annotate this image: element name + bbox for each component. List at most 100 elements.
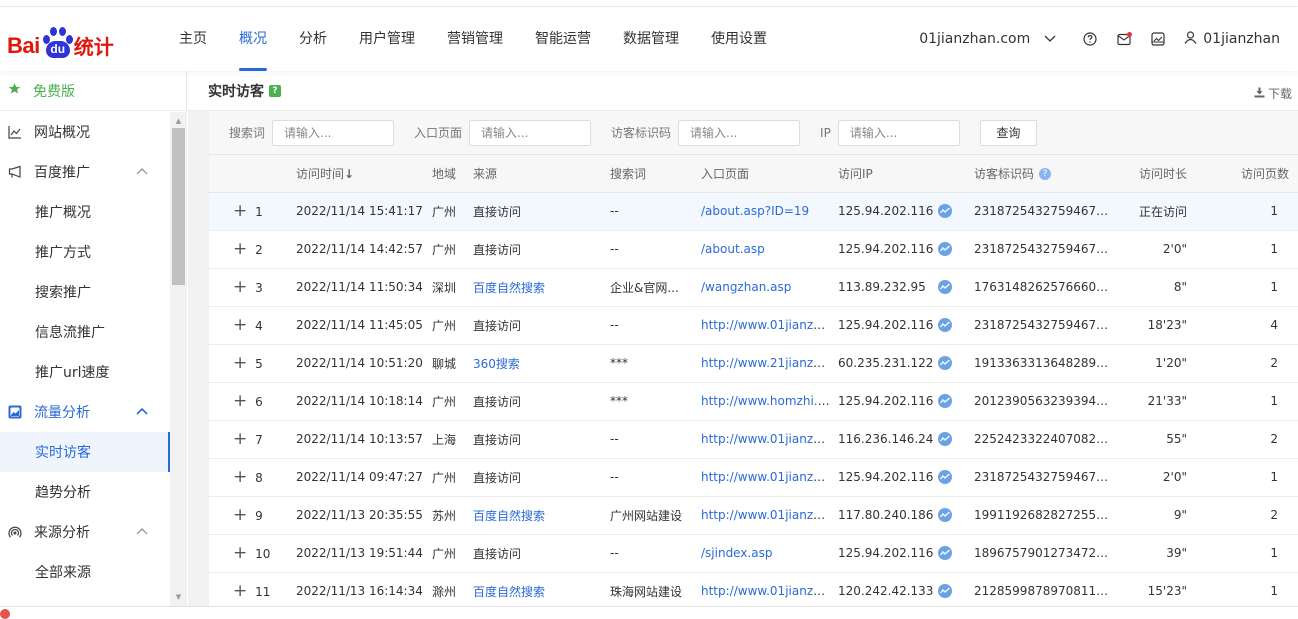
source[interactable]: 360搜索 bbox=[473, 344, 610, 383]
report-icon[interactable] bbox=[1150, 31, 1166, 47]
menu-all-sources[interactable]: 全部来源 bbox=[0, 552, 170, 592]
table-row[interactable]: + 1 2022/11/14 15:41:17 广州 直接访问 --/about.asp… bbox=[209, 192, 1298, 231]
menu-site-overview[interactable]: 网站概况 bbox=[0, 112, 170, 152]
trend-icon[interactable] bbox=[938, 508, 952, 523]
entry-page-link[interactable]: http://www.21jianzh... bbox=[701, 344, 838, 383]
expand-plus-icon[interactable]: + bbox=[209, 239, 247, 259]
trend-icon[interactable] bbox=[938, 546, 952, 561]
table-row[interactable]: + 8 2022/11/14 09:47:27 广州 直接访问 -- http://www… bbox=[209, 458, 1298, 497]
nav-home[interactable]: 主页 bbox=[163, 7, 223, 71]
menu-source-analysis[interactable]: 来源分析 bbox=[0, 512, 170, 552]
chevron-up-icon[interactable] bbox=[136, 405, 148, 418]
expand-plus-icon[interactable]: + bbox=[209, 505, 247, 525]
expand-plus-icon[interactable]: + bbox=[209, 353, 247, 373]
entry-page-link[interactable]: http://www.01jianzh... bbox=[701, 420, 838, 459]
menu-realtime-visitors[interactable]: 实时访客 bbox=[0, 432, 170, 472]
entry-page-link[interactable]: /wangzhan.asp bbox=[701, 268, 838, 307]
entry-page-link[interactable]: /about.asp bbox=[701, 230, 838, 269]
visitor-id-input[interactable] bbox=[678, 119, 801, 146]
menu-baidu-promotion[interactable]: 百度推广 bbox=[0, 152, 170, 192]
table-row[interactable]: + 9 2022/11/13 20:35:55 苏州 百度自然搜索 广州网站建设 http… bbox=[209, 496, 1298, 535]
help-badge-icon[interactable]: ? bbox=[269, 84, 281, 97]
expand-plus-icon[interactable]: + bbox=[209, 429, 247, 449]
nav-overview[interactable]: 概况 bbox=[223, 7, 283, 71]
nav-settings[interactable]: 使用设置 bbox=[695, 7, 783, 71]
expand-plus-icon[interactable]: + bbox=[209, 543, 247, 563]
table-row[interactable]: + 2 2022/11/14 14:42:57 广州 直接访问 --/about.asp… bbox=[209, 230, 1298, 269]
row-index: 5 bbox=[255, 357, 263, 371]
keyword-input[interactable] bbox=[272, 119, 395, 146]
entry-page-link[interactable]: http://www.homzhi.c... bbox=[701, 382, 838, 421]
scroll-up-icon[interactable]: ▲ bbox=[170, 114, 187, 128]
entry-page-link[interactable]: http://www.01jianzh... bbox=[701, 306, 838, 345]
row-cell-expand: + 11 bbox=[209, 572, 296, 606]
nav-analysis[interactable]: 分析 bbox=[283, 7, 343, 71]
menu-trend-analysis[interactable]: 趋势分析 bbox=[0, 472, 170, 512]
source[interactable]: 百度自然搜索 bbox=[473, 572, 610, 606]
trend-icon[interactable] bbox=[938, 280, 952, 295]
expand-plus-icon[interactable]: + bbox=[209, 391, 247, 411]
entry-page-link[interactable]: http://www.01jianzh... bbox=[701, 458, 838, 497]
source: 直接访问 bbox=[473, 458, 610, 497]
table-row[interactable]: + 11 2022/11/13 16:14:34 滁州 百度自然搜索 珠海网站建设 htt… bbox=[209, 572, 1298, 606]
trend-icon[interactable] bbox=[938, 318, 952, 333]
chevron-up-icon[interactable] bbox=[136, 165, 148, 178]
trend-icon[interactable] bbox=[938, 204, 952, 219]
expand-plus-icon[interactable]: + bbox=[209, 581, 247, 601]
message-icon[interactable] bbox=[1116, 31, 1132, 47]
chevron-up-icon[interactable] bbox=[136, 525, 148, 538]
entry-page-link[interactable]: http://www.01jianzh... bbox=[701, 572, 838, 606]
query-button[interactable]: 查询 bbox=[979, 119, 1037, 146]
duration: 9" bbox=[1111, 496, 1196, 535]
scroll-down-icon[interactable]: ▼ bbox=[170, 590, 187, 604]
entry-page-link[interactable]: http://www.01jianzh... bbox=[701, 496, 838, 535]
line-chart-icon bbox=[8, 125, 22, 139]
help-icon[interactable]: ? bbox=[1039, 168, 1052, 181]
expand-plus-icon[interactable]: + bbox=[209, 315, 247, 335]
source[interactable]: 百度自然搜索 bbox=[473, 268, 610, 307]
table-row[interactable]: + 5 2022/11/14 10:51:20 聊城 360搜索 *** http://w… bbox=[209, 344, 1298, 383]
ip-input[interactable] bbox=[837, 119, 960, 146]
plan-label: 免费版 bbox=[33, 83, 75, 100]
user-menu[interactable]: 01jianzhan bbox=[1184, 30, 1280, 48]
table-row[interactable]: + 3 2022/11/14 11:50:34 深圳 百度自然搜索 企业&官网.../w… bbox=[209, 268, 1298, 307]
sort-down-icon[interactable]: ↓ bbox=[344, 167, 354, 181]
help-icon[interactable] bbox=[1082, 31, 1098, 47]
menu-traffic-analysis[interactable]: 流量分析 bbox=[0, 392, 170, 432]
table-row[interactable]: + 7 2022/11/14 10:13:57 上海 直接访问 -- http://www… bbox=[209, 420, 1298, 459]
menu-feed-promotion[interactable]: 信息流推广 bbox=[0, 312, 170, 352]
scrollbar-thumb[interactable] bbox=[172, 128, 185, 285]
menu-promotion-method[interactable]: 推广方式 bbox=[0, 232, 170, 272]
col-visit-time[interactable]: 访问时间↓ bbox=[296, 155, 432, 193]
baidu-tongji-logo[interactable]: Bai du 统计 bbox=[7, 21, 114, 61]
visit-ip: 113.89.232.95 bbox=[838, 268, 974, 307]
source[interactable]: 百度自然搜索 bbox=[473, 496, 610, 535]
nav-data-management[interactable]: 数据管理 bbox=[607, 7, 695, 71]
table-row[interactable]: + 6 2022/11/14 10:18:14 广州 直接访问 *** http://ww… bbox=[209, 382, 1298, 421]
expand-plus-icon[interactable]: + bbox=[209, 201, 247, 221]
sidebar-scrollbar[interactable]: ▲ ▼ bbox=[170, 112, 187, 606]
menu-url-speed[interactable]: 推广url速度 bbox=[0, 352, 170, 392]
menu-promotion-overview[interactable]: 推广概况 bbox=[0, 192, 170, 232]
trend-icon[interactable] bbox=[938, 584, 952, 599]
trend-icon[interactable] bbox=[938, 470, 952, 485]
table-row[interactable]: + 4 2022/11/14 11:45:05 广州 直接访问 -- http://www… bbox=[209, 306, 1298, 345]
trend-icon[interactable] bbox=[938, 356, 952, 371]
download-button[interactable]: 下载 bbox=[1254, 85, 1292, 102]
trend-icon[interactable] bbox=[938, 432, 952, 447]
nav-marketing[interactable]: 营销管理 bbox=[431, 7, 519, 71]
page-count: 1 bbox=[1196, 534, 1298, 573]
trend-icon[interactable] bbox=[938, 394, 952, 409]
nav-user-management[interactable]: 用户管理 bbox=[343, 7, 431, 71]
entry-page-link[interactable]: /about.asp?ID=19 bbox=[701, 192, 838, 231]
site-selector[interactable]: 01jianzhan.com bbox=[919, 31, 1056, 47]
entry-page-input[interactable] bbox=[469, 119, 592, 146]
table-row[interactable]: + 10 2022/11/13 19:51:44 广州 直接访问 --/sjindex.… bbox=[209, 534, 1298, 573]
nav-smart-ops[interactable]: 智能运营 bbox=[519, 7, 607, 71]
expand-plus-icon[interactable]: + bbox=[209, 277, 247, 297]
plan-badge[interactable]: 免费版 bbox=[0, 71, 186, 111]
trend-icon[interactable] bbox=[938, 242, 952, 257]
expand-plus-icon[interactable]: + bbox=[209, 467, 247, 487]
entry-page-link[interactable]: /sjindex.asp bbox=[701, 534, 838, 573]
menu-search-promotion[interactable]: 搜索推广 bbox=[0, 272, 170, 312]
